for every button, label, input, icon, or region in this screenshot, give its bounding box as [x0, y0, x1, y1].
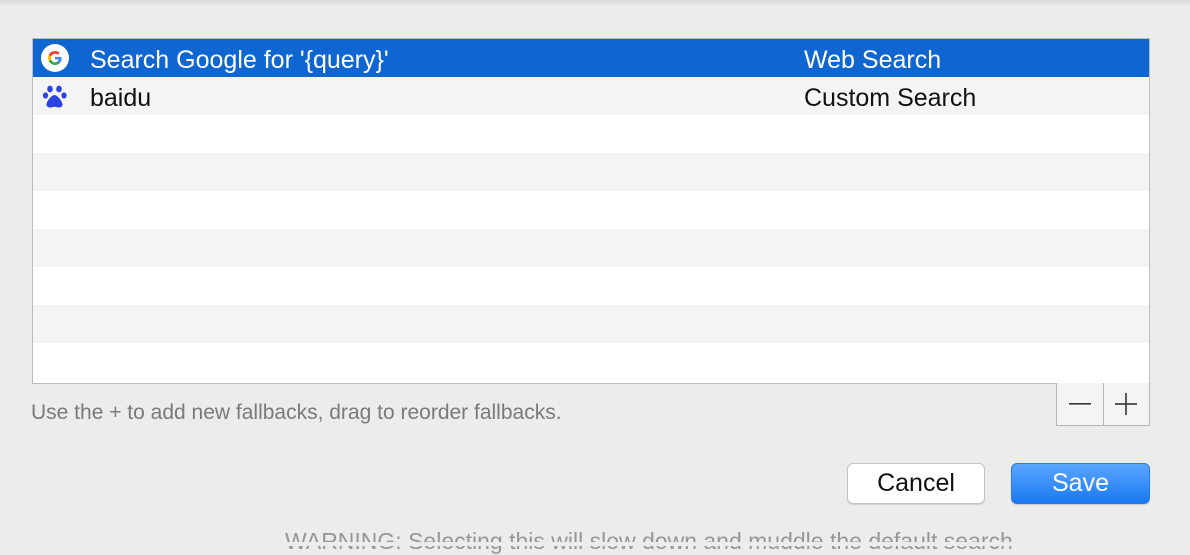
empty-row — [33, 191, 1149, 229]
add-remove-controls — [1056, 383, 1150, 426]
fallback-name: baidu — [90, 84, 152, 112]
plus-icon — [1115, 393, 1138, 415]
list-row-baidu[interactable]: baidu Custom Search — [33, 77, 1149, 115]
window-top-shadow — [0, 0, 1190, 6]
empty-row — [33, 229, 1149, 267]
minus-icon — [1068, 403, 1091, 405]
empty-row — [33, 115, 1149, 153]
empty-row — [33, 153, 1149, 191]
save-button[interactable]: Save — [1011, 463, 1150, 504]
sheet-bottom-edge — [0, 542, 1190, 546]
list-row-google[interactable]: Search Google for '{query}' Web Search — [33, 39, 1149, 77]
hint-text: Use the + to add new fallbacks, drag to … — [31, 401, 562, 424]
fallbacks-list[interactable]: Search Google for '{query}' Web Search b… — [32, 38, 1150, 384]
empty-row — [33, 267, 1149, 305]
add-fallback-button[interactable] — [1102, 383, 1150, 425]
empty-row — [33, 305, 1149, 343]
paw-icon — [41, 82, 69, 110]
fallback-type: Custom Search — [804, 84, 977, 112]
empty-row — [33, 343, 1149, 381]
remove-fallback-button[interactable] — [1057, 383, 1103, 425]
cancel-button[interactable]: Cancel — [847, 463, 985, 504]
fallback-name: Search Google for '{query}' — [90, 46, 389, 74]
google-icon — [41, 44, 69, 72]
fallback-type: Web Search — [804, 46, 942, 74]
